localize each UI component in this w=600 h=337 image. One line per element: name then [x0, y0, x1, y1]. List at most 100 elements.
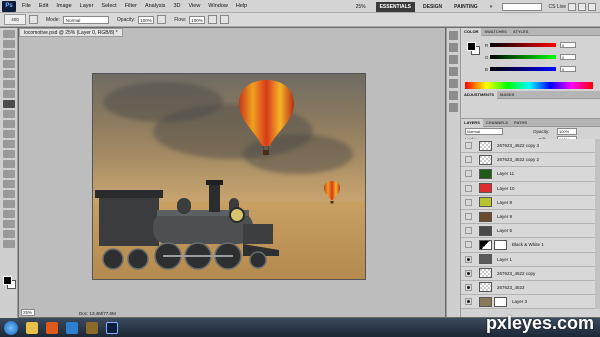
opacity-input[interactable]: 100% [138, 15, 155, 24]
blue-value-input[interactable]: 0 [560, 66, 576, 72]
minimize-icon[interactable] [568, 2, 576, 11]
move-tool-icon[interactable] [3, 30, 15, 38]
actions-panel-icon[interactable] [449, 103, 458, 112]
layer-row[interactable]: Black & White 1 [461, 238, 600, 253]
visibility-eye-icon[interactable] [465, 283, 472, 291]
3d-orbit-tool-icon[interactable] [3, 220, 15, 228]
mode-select[interactable]: Normal [62, 15, 109, 24]
green-value-input[interactable]: 0 [560, 54, 576, 60]
tab-styles[interactable]: STYLES [510, 29, 532, 34]
menu-filter[interactable]: Filter [125, 3, 137, 9]
marquee-tool-icon[interactable] [3, 40, 15, 48]
start-button-icon[interactable] [4, 320, 18, 335]
layer-row[interactable]: Layer 11 [461, 167, 600, 182]
layer-row[interactable]: Layer 10 [461, 181, 600, 196]
pen-tool-icon[interactable] [3, 170, 15, 178]
3d-rotate-tool-icon[interactable] [3, 210, 15, 218]
panel-foreground-color[interactable] [467, 42, 476, 51]
menu-window[interactable]: Window [208, 3, 228, 9]
crop-tool-icon[interactable] [3, 70, 15, 78]
healing-brush-tool-icon[interactable] [3, 90, 15, 98]
menu-analysis[interactable]: Analysis [145, 3, 165, 9]
tab-channels[interactable]: CHANNELS [483, 120, 511, 125]
visibility-eye-icon[interactable] [465, 198, 472, 206]
tab-swatches[interactable]: SWATCHES [481, 29, 509, 34]
hand-tool-icon[interactable] [3, 230, 15, 238]
workspace-more-button[interactable]: » [486, 2, 497, 12]
tab-paths[interactable]: PATHS [511, 120, 530, 125]
blur-tool-icon[interactable] [3, 150, 15, 158]
brush-preset-picker[interactable]: 400 [4, 14, 26, 25]
visibility-eye-icon[interactable] [465, 184, 472, 192]
layer-row[interactable]: 267623_4522 [461, 280, 600, 296]
brush-tool-icon[interactable] [3, 100, 15, 108]
menu-file[interactable]: File [22, 3, 31, 9]
pressure-size-icon[interactable] [220, 15, 230, 24]
blend-mode-select[interactable]: Normal [465, 128, 503, 135]
layers-scrollbar[interactable] [595, 139, 600, 309]
workspace-design-button[interactable]: DESIGN [419, 2, 446, 12]
visibility-eye-icon[interactable] [465, 170, 472, 178]
menu-help[interactable]: Help [236, 3, 247, 9]
menu-3d[interactable]: 3D [173, 3, 180, 9]
maximize-icon[interactable] [578, 2, 586, 11]
layer-row[interactable]: Layer 8 [461, 195, 600, 210]
document-tab[interactable]: locomotive.psd @ 25% (Layer 0, RGB/8) * [19, 28, 123, 37]
layer-row[interactable]: Layer 1 [461, 252, 600, 267]
workspace-painting-button[interactable]: PAINTING [450, 2, 482, 12]
type-tool-icon[interactable] [3, 180, 15, 188]
dodge-tool-icon[interactable] [3, 160, 15, 168]
clone-source-panel-icon[interactable] [449, 67, 458, 76]
layer-mask-thumbnail[interactable] [494, 239, 507, 250]
visibility-eye-icon[interactable] [465, 255, 472, 263]
green-slider[interactable] [490, 55, 556, 59]
character-panel-icon[interactable] [449, 79, 458, 88]
tab-adjustments[interactable]: ADJUSTMENTS [461, 90, 498, 99]
menu-select[interactable]: Select [101, 3, 116, 9]
layer-opacity-input[interactable]: 100% [557, 128, 577, 135]
layer-row[interactable]: Layer 5 [461, 224, 600, 239]
menu-image[interactable]: Image [56, 3, 71, 9]
media-player-icon[interactable] [46, 321, 58, 334]
layer-row[interactable]: 267623_4522 copy 2 [461, 153, 600, 168]
visibility-eye-icon[interactable] [465, 213, 472, 221]
brush-panel-icon[interactable] [449, 55, 458, 64]
workspace-essentials-button[interactable]: ESSENTIALS [375, 1, 415, 12]
tab-masks[interactable]: MASKS [497, 92, 517, 97]
layer-row[interactable]: Layer 3 [461, 295, 600, 309]
visibility-eye-icon[interactable] [465, 241, 472, 249]
history-panel-icon[interactable] [449, 31, 458, 40]
close-icon[interactable] [588, 2, 596, 11]
image-canvas[interactable] [92, 73, 366, 280]
flow-input[interactable]: 100% [189, 15, 206, 24]
bridge-icon[interactable] [86, 321, 98, 334]
red-slider[interactable] [490, 43, 556, 47]
quick-select-tool-icon[interactable] [3, 60, 15, 68]
menu-layer[interactable]: Layer [80, 3, 94, 9]
paragraph-panel-icon[interactable] [449, 91, 458, 100]
lasso-tool-icon[interactable] [3, 50, 15, 58]
history-brush-tool-icon[interactable] [3, 120, 15, 128]
cs-live-button[interactable]: CS Live [548, 4, 566, 10]
zoom-level-readout[interactable]: 25% [356, 4, 366, 10]
color-spectrum-bar[interactable] [465, 82, 593, 89]
eraser-tool-icon[interactable] [3, 130, 15, 138]
explorer-icon[interactable] [26, 321, 38, 334]
status-zoom-input[interactable]: 25% [21, 309, 35, 316]
info-panel-icon[interactable] [449, 43, 458, 52]
visibility-eye-icon[interactable] [465, 269, 472, 277]
eyedropper-tool-icon[interactable] [3, 80, 15, 88]
tab-color[interactable]: COLOR [461, 27, 482, 36]
visibility-eye-icon[interactable] [465, 156, 472, 164]
foreground-color-swatch[interactable] [3, 276, 12, 285]
red-value-input[interactable]: 0 [560, 42, 576, 48]
visibility-eye-icon[interactable] [465, 227, 472, 235]
browser-icon[interactable] [66, 321, 78, 334]
pressure-opacity-icon[interactable] [157, 15, 167, 24]
clone-stamp-tool-icon[interactable] [3, 110, 15, 118]
blue-slider[interactable] [490, 67, 556, 71]
visibility-eye-icon[interactable] [465, 142, 472, 150]
layer-row[interactable]: Layer 9 [461, 209, 600, 225]
menu-view[interactable]: View [188, 3, 200, 9]
brush-panel-toggle-icon[interactable] [29, 15, 38, 24]
